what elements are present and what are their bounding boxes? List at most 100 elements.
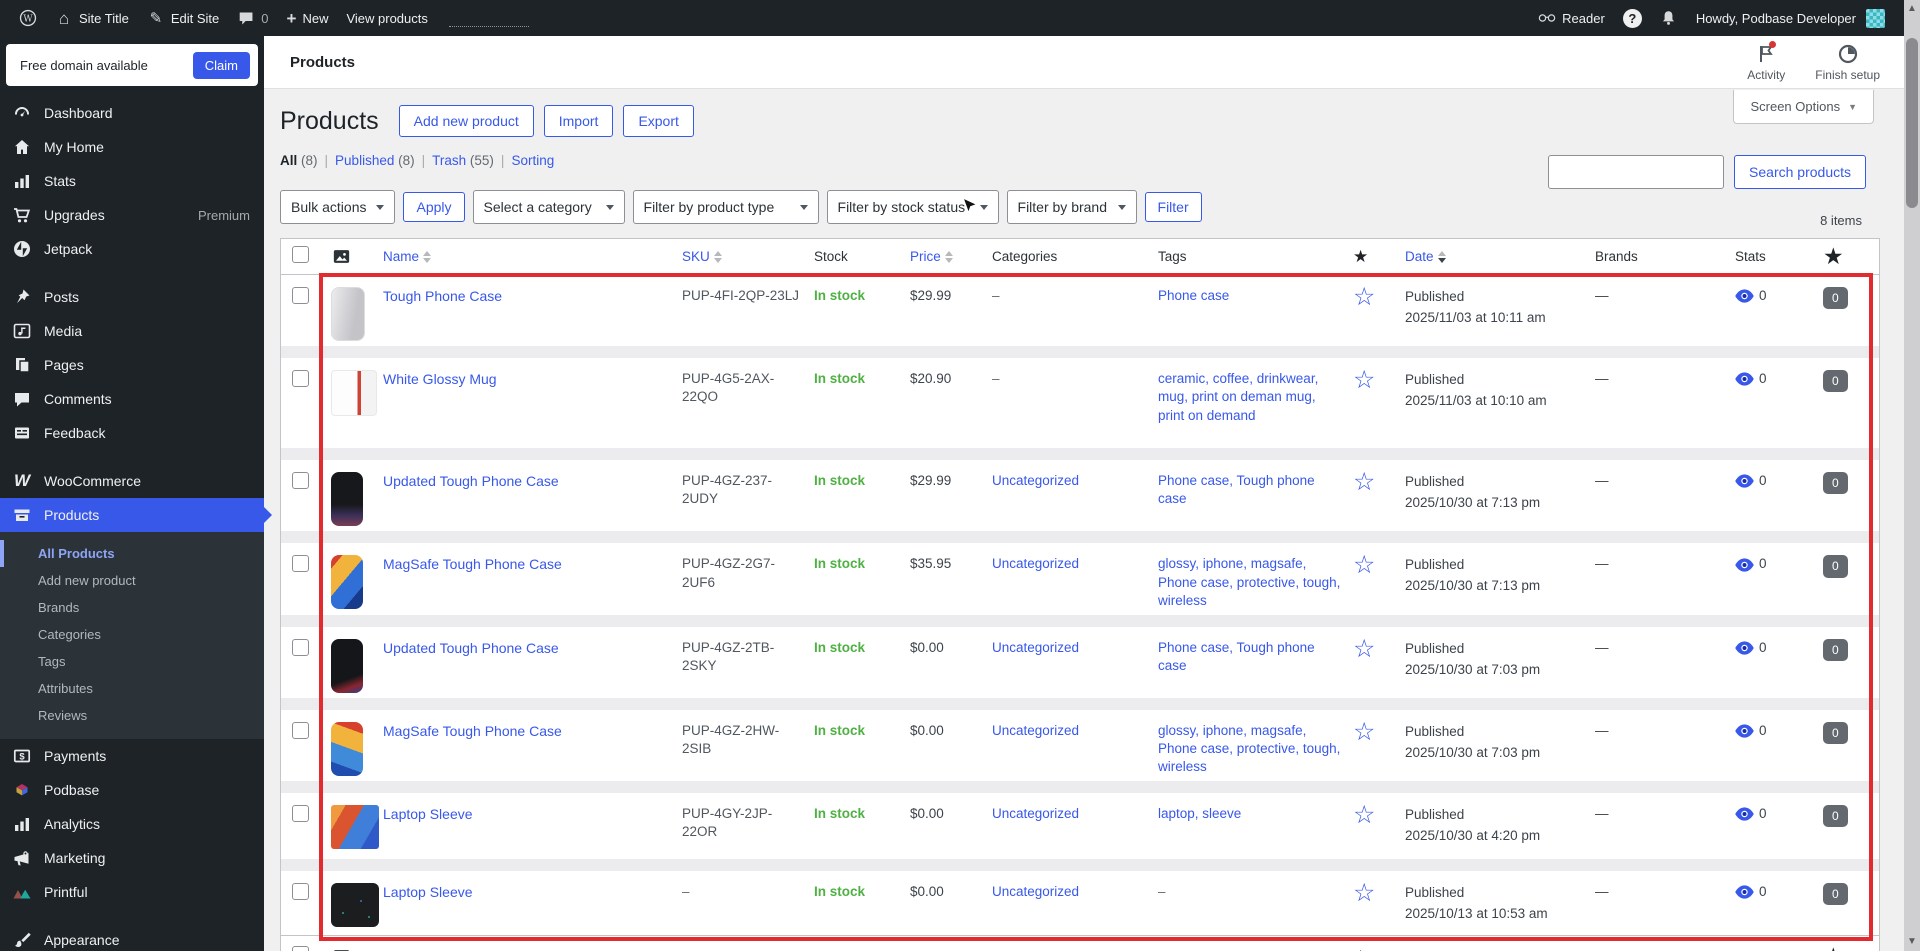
filter-select-2[interactable]: Filter by product type (632, 190, 819, 224)
tag-links[interactable]: Phone case, Tough phone case (1158, 473, 1315, 506)
select-all-checkbox[interactable] (281, 245, 319, 268)
finish-setup-button[interactable]: Finish setup (1815, 43, 1880, 82)
product-thumbnail[interactable] (331, 287, 365, 341)
row-checkbox[interactable] (292, 555, 309, 573)
row-checkbox[interactable] (292, 883, 309, 901)
submenu-item-attributes[interactable]: Attributes (0, 675, 264, 702)
featured-star-toggle[interactable]: ☆ (1353, 635, 1375, 663)
sidebar-item-products[interactable]: Products (0, 498, 272, 532)
apply-button[interactable]: Apply (403, 192, 465, 222)
sidebar-item-dashboard[interactable]: Dashboard (0, 96, 264, 130)
comments-link[interactable]: 0 (228, 0, 277, 36)
import-button[interactable]: Import (543, 105, 614, 137)
help-button[interactable]: ? (1614, 0, 1651, 36)
tag-links[interactable]: Phone case, Tough phone case (1158, 640, 1315, 673)
sidebar-item-feedback[interactable]: Feedback (0, 416, 264, 450)
product-name-link[interactable]: White Glossy Mug (383, 371, 497, 387)
submenu-item-all-products[interactable]: All Products (0, 540, 264, 567)
column-header-name[interactable]: Name (383, 249, 682, 264)
product-thumbnail[interactable] (331, 472, 363, 527)
page-scrollbar[interactable]: ▲ ▼ (1904, 0, 1920, 951)
category-link[interactable]: Uncategorized (992, 723, 1079, 738)
sidebar-item-marketing[interactable]: Marketing (0, 841, 264, 875)
sidebar-item-jetpack[interactable]: Jetpack (0, 232, 264, 266)
product-thumbnail[interactable] (331, 721, 363, 776)
featured-star-toggle[interactable]: ☆ (1353, 551, 1375, 579)
view-products-link[interactable]: View products (337, 0, 436, 36)
search-products-button[interactable]: Search products (1734, 155, 1866, 189)
tag-links[interactable]: laptop, sleeve (1158, 806, 1241, 821)
search-input[interactable] (1548, 155, 1725, 189)
product-name-link[interactable]: MagSafe Tough Phone Case (383, 556, 562, 572)
scrollbar-thumb[interactable] (1906, 38, 1918, 208)
activity-button[interactable]: Activity (1747, 40, 1785, 82)
category-link[interactable]: Uncategorized (992, 640, 1079, 655)
sidebar-item-appearance[interactable]: Appearance (0, 923, 264, 951)
featured-star-toggle[interactable]: ☆ (1353, 801, 1375, 829)
add-new-product-button[interactable]: Add new product (398, 105, 534, 137)
sidebar-item-woocommerce[interactable]: W WooCommerce (0, 464, 264, 498)
claim-button[interactable]: Claim (192, 51, 250, 79)
scroll-down-arrow[interactable]: ▼ (1904, 934, 1920, 950)
product-thumbnail[interactable] (331, 883, 379, 928)
row-checkbox[interactable] (292, 721, 309, 739)
product-name-link[interactable]: Tough Phone Case (383, 288, 502, 304)
tag-links[interactable]: Phone case (1158, 288, 1229, 303)
submenu-item-add-new-product[interactable]: Add new product (0, 567, 264, 594)
edit-site-link[interactable]: ✎ Edit Site (138, 0, 228, 36)
featured-star-toggle[interactable]: ☆ (1353, 283, 1375, 311)
screen-options-toggle[interactable]: Screen Options ▼ (1733, 90, 1874, 124)
category-link[interactable]: Uncategorized (992, 884, 1079, 899)
reader-link[interactable]: Reader (1529, 0, 1614, 36)
featured-star-toggle[interactable]: ☆ (1353, 718, 1375, 746)
sidebar-item-posts[interactable]: Posts (0, 280, 264, 314)
sidebar-item-comments[interactable]: Comments (0, 382, 264, 416)
tag-links[interactable]: glossy, iphone, magsafe, Phone case, pro… (1158, 556, 1340, 607)
checkbox[interactable] (292, 245, 309, 263)
product-thumbnail[interactable] (331, 370, 377, 417)
sidebar-item-my-home[interactable]: My Home (0, 130, 264, 164)
category-link[interactable]: Uncategorized (992, 473, 1079, 488)
product-thumbnail[interactable] (331, 638, 363, 693)
filter-select-4[interactable]: Filter by brand (1006, 190, 1137, 224)
tag-links[interactable]: ceramic, coffee, drinkwear, mug, print o… (1158, 371, 1318, 422)
view-link-sorting[interactable]: Sorting (511, 153, 554, 168)
account-menu[interactable]: Howdy, Podbase Developer (1687, 0, 1894, 36)
filter-select-1[interactable]: Select a category (472, 190, 625, 224)
product-name-link[interactable]: MagSafe Tough Phone Case (383, 723, 562, 739)
column-header-sku[interactable]: SKU (682, 249, 814, 264)
sidebar-item-upgrades[interactable]: Upgrades Premium (0, 198, 264, 232)
column-header-price[interactable]: Price (910, 249, 992, 264)
checkbox[interactable] (292, 945, 309, 951)
row-checkbox[interactable] (292, 287, 309, 304)
notifications-button[interactable] (1651, 0, 1687, 36)
scroll-up-arrow[interactable]: ▲ (1904, 1, 1920, 17)
product-name-link[interactable]: Laptop Sleeve (383, 884, 473, 900)
product-thumbnail[interactable] (331, 805, 379, 850)
product-name-link[interactable]: Updated Tough Phone Case (383, 640, 559, 656)
row-checkbox[interactable] (292, 472, 309, 490)
filter-select-0[interactable]: Bulk actions (280, 190, 396, 224)
row-checkbox[interactable] (292, 370, 309, 388)
featured-star-toggle[interactable]: ☆ (1353, 468, 1375, 496)
view-link-published[interactable]: Published (335, 153, 394, 168)
sidebar-item-media[interactable]: Media (0, 314, 264, 348)
submenu-item-categories[interactable]: Categories (0, 621, 264, 648)
category-link[interactable]: Uncategorized (992, 556, 1079, 571)
sidebar-item-pages[interactable]: Pages (0, 348, 264, 382)
category-link[interactable]: Uncategorized (992, 806, 1079, 821)
filter-button[interactable]: Filter (1144, 192, 1202, 222)
site-title-link[interactable]: ⌂ Site Title (46, 0, 138, 36)
featured-star-toggle[interactable]: ☆ (1353, 366, 1375, 394)
sidebar-item-podbase[interactable]: Podbase (0, 773, 264, 807)
submenu-item-reviews[interactable]: Reviews (0, 702, 264, 729)
product-name-link[interactable]: Updated Tough Phone Case (383, 473, 559, 489)
column-header-date[interactable]: Date (1405, 249, 1595, 264)
view-link-trash[interactable]: Trash (432, 153, 466, 168)
sidebar-item-payments[interactable]: $ Payments (0, 739, 264, 773)
submenu-item-tags[interactable]: Tags (0, 648, 264, 675)
row-checkbox[interactable] (292, 805, 309, 823)
featured-star-toggle[interactable]: ☆ (1353, 879, 1375, 907)
wordpress-logo[interactable]: W (10, 0, 46, 36)
filter-select-3[interactable]: Filter by stock status (826, 190, 999, 224)
